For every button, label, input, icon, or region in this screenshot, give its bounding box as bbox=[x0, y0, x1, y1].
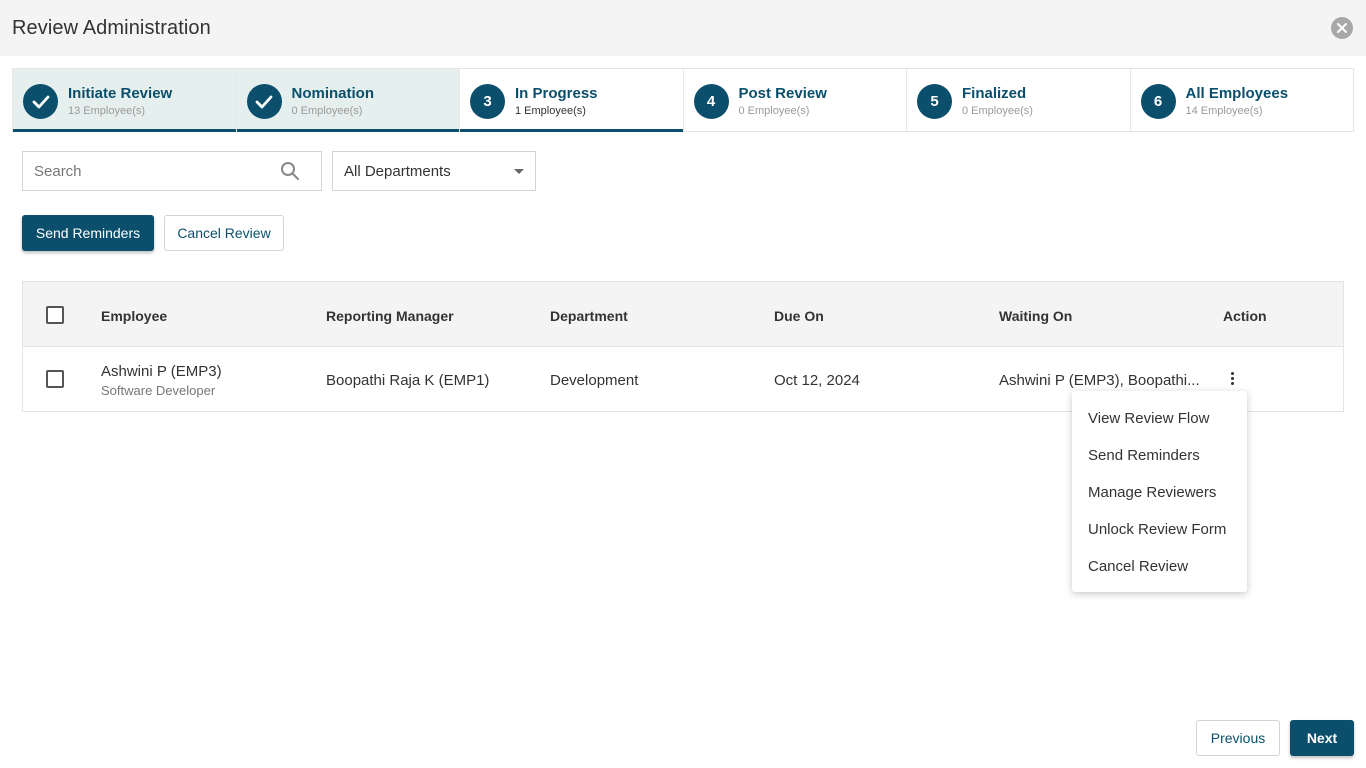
column-header-department: Department bbox=[550, 308, 628, 324]
column-header-waiting-on: Waiting On bbox=[999, 308, 1073, 324]
department: Development bbox=[550, 372, 639, 389]
more-vertical-icon[interactable] bbox=[1222, 369, 1242, 389]
menu-item-unlock-review-form[interactable]: Unlock Review Form bbox=[1072, 511, 1247, 548]
next-button[interactable]: Next bbox=[1290, 720, 1354, 756]
step-label: Initiate Review bbox=[68, 85, 173, 102]
review-stepper: Initiate Review 13 Employee(s) Nominatio… bbox=[12, 68, 1354, 132]
previous-button[interactable]: Previous bbox=[1196, 720, 1280, 756]
dialog-header: Review Administration bbox=[0, 0, 1366, 56]
search-box bbox=[22, 151, 322, 191]
step-nomination[interactable]: Nomination 0 Employee(s) bbox=[236, 69, 460, 132]
waiting-on: Ashwini P (EMP3), Boopathi... bbox=[999, 372, 1200, 389]
column-header-due-on: Due On bbox=[774, 308, 824, 324]
step-post-review[interactable]: 4 Post Review 0 Employee(s) bbox=[684, 69, 907, 131]
step-label: Post Review bbox=[738, 85, 827, 102]
row-checkbox[interactable] bbox=[46, 370, 64, 388]
reporting-manager: Boopathi Raja K (EMP1) bbox=[326, 372, 490, 389]
step-finalized[interactable]: 5 Finalized 0 Employee(s) bbox=[907, 69, 1131, 131]
search-icon[interactable] bbox=[280, 161, 300, 186]
step-label: All Employees bbox=[1185, 85, 1289, 102]
column-header-employee: Employee bbox=[101, 308, 168, 324]
step-number: 3 bbox=[470, 84, 505, 119]
step-all-employees[interactable]: 6 All Employees 14 Employee(s) bbox=[1131, 69, 1354, 131]
menu-item-send-reminders[interactable]: Send Reminders bbox=[1072, 437, 1247, 474]
table-header: Employee Reporting Manager Department Du… bbox=[23, 282, 1343, 347]
select-all-checkbox[interactable] bbox=[46, 306, 64, 324]
step-label: In Progress bbox=[515, 85, 598, 102]
menu-item-manage-reviewers[interactable]: Manage Reviewers bbox=[1072, 474, 1247, 511]
department-select[interactable]: All Departments bbox=[332, 151, 536, 191]
page-title: Review Administration bbox=[12, 17, 211, 39]
send-reminders-button[interactable]: Send Reminders bbox=[22, 215, 154, 251]
step-label: Finalized bbox=[962, 85, 1027, 102]
department-selected-value: All Departments bbox=[344, 163, 451, 180]
step-number: 5 bbox=[917, 84, 952, 119]
step-count: 0 Employee(s) bbox=[738, 105, 810, 117]
menu-item-cancel-review[interactable]: Cancel Review bbox=[1072, 548, 1247, 585]
step-in-progress[interactable]: 3 In Progress 1 Employee(s) bbox=[460, 69, 684, 132]
step-count: 1 Employee(s) bbox=[515, 105, 586, 117]
menu-item-view-review-flow[interactable]: View Review Flow bbox=[1072, 400, 1247, 437]
column-header-action: Action bbox=[1223, 308, 1267, 324]
step-label: Nomination bbox=[291, 85, 375, 102]
check-icon bbox=[23, 84, 58, 119]
chevron-down-icon bbox=[514, 169, 524, 174]
row-action-menu: View Review Flow Send Reminders Manage R… bbox=[1072, 391, 1247, 592]
check-icon bbox=[246, 84, 282, 119]
step-count: 0 Employee(s) bbox=[962, 105, 1033, 117]
search-input[interactable] bbox=[23, 152, 273, 190]
employee-name: Ashwini P (EMP3) bbox=[101, 363, 222, 380]
step-initiate-review[interactable]: Initiate Review 13 Employee(s) bbox=[13, 69, 237, 132]
step-number: 4 bbox=[693, 84, 729, 119]
step-number: 6 bbox=[1140, 84, 1176, 119]
close-icon[interactable] bbox=[1331, 17, 1353, 39]
column-header-reporting-manager: Reporting Manager bbox=[326, 308, 454, 324]
step-count: 13 Employee(s) bbox=[68, 105, 146, 117]
step-count: 14 Employee(s) bbox=[1185, 105, 1263, 117]
employee-title: Software Developer bbox=[101, 383, 216, 398]
step-count: 0 Employee(s) bbox=[291, 105, 363, 117]
cancel-review-button[interactable]: Cancel Review bbox=[164, 215, 284, 251]
due-on: Oct 12, 2024 bbox=[774, 372, 860, 389]
